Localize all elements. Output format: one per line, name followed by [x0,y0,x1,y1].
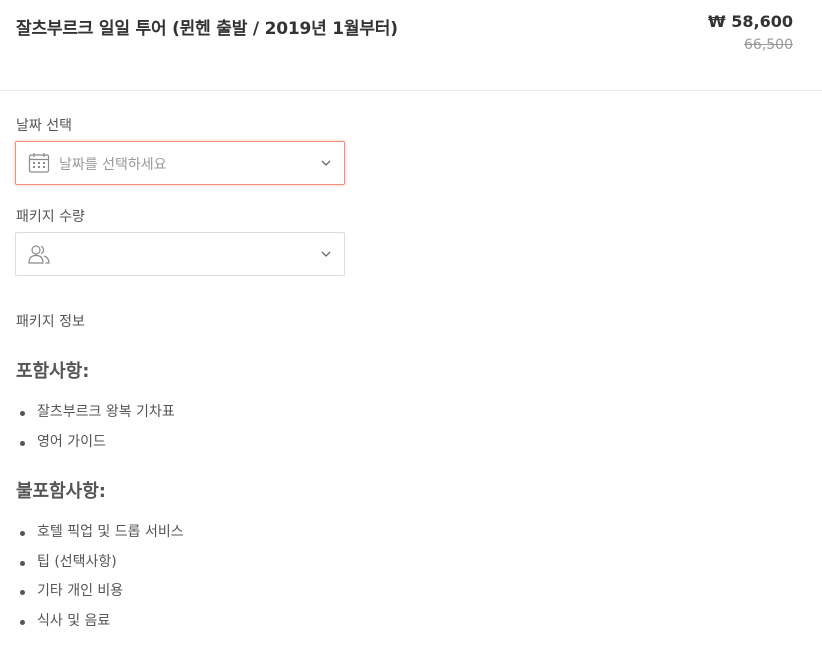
original-price: 66,500 [744,37,793,53]
date-select-field[interactable]: 날짜를 선택하세요 [15,141,345,185]
list-item: 팁 (선택사항) [0,548,184,578]
list-item: 기타 개인 비용 [0,577,184,607]
included-heading: 포함사항: [16,361,90,382]
package-qty-label: 패키지 수량 [16,209,85,225]
list-item: 식사 및 음료 [0,607,184,637]
package-qty-field[interactable] [15,232,345,276]
calendar-icon [28,153,50,173]
chevron-down-icon [321,160,331,166]
included-list: 잘츠부르크 왕복 기차표 영어 가이드 [0,398,175,457]
product-title: 잘츠부르크 일일 투어 (뮌헨 출발 / 2019년 1월부터) [16,19,398,39]
excluded-list: 호텔 픽업 및 드롭 서비스 팁 (선택사항) 기타 개인 비용 식사 및 음료 [0,518,184,636]
current-price: ₩ 58,600 [708,12,793,31]
excluded-heading: 불포함사항: [16,481,106,502]
list-item: 호텔 픽업 및 드롭 서비스 [0,518,184,548]
product-header: 잘츠부르크 일일 투어 (뮌헨 출발 / 2019년 1월부터) ₩ 58,60… [0,0,822,91]
list-item: 잘츠부르크 왕복 기차표 [0,398,175,428]
users-icon [28,245,50,264]
chevron-down-icon [321,251,331,257]
date-select-label: 날짜 선택 [16,118,72,134]
package-info-label: 패키지 정보 [16,314,85,330]
list-item: 영어 가이드 [0,428,175,458]
date-select-placeholder: 날짜를 선택하세요 [59,157,167,173]
